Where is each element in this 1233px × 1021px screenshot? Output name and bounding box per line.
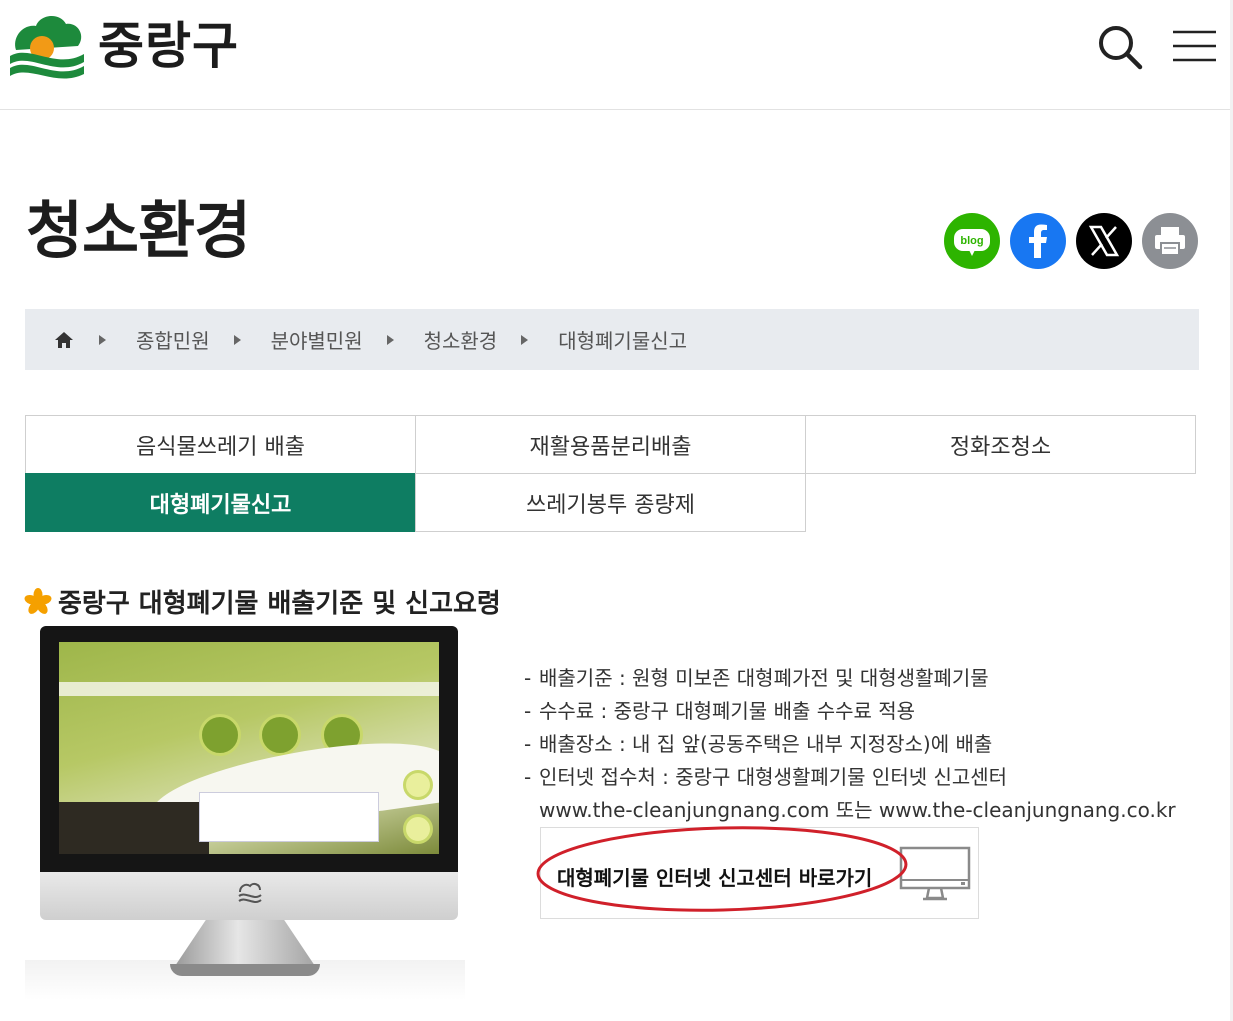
breadcrumb-separator-icon xyxy=(521,334,529,345)
x-icon xyxy=(1076,213,1132,269)
screenshot-circle xyxy=(199,714,241,756)
facebook-share-button[interactable] xyxy=(1009,212,1067,270)
facebook-icon xyxy=(1010,213,1066,269)
star-bullet-icon xyxy=(24,587,52,614)
tab-garbage-bag[interactable]: 쓰레기봉투 종량제 xyxy=(415,473,806,532)
blog-share-button[interactable]: blog xyxy=(943,212,1001,270)
tab-recycling[interactable]: 재활용품분리배출 xyxy=(415,415,806,474)
list-item: - 인터넷 접수처 : 중랑구 대형생활폐기물 인터넷 신고센터 xyxy=(524,765,1008,789)
logo-text: 중랑구 xyxy=(98,17,239,75)
monitor-stand-base xyxy=(170,964,320,976)
monitor-illustration xyxy=(25,624,465,996)
monitor-bezel xyxy=(40,626,458,872)
section-title-text: 중랑구 대형폐기물 배출기준 및 신고요령 xyxy=(58,589,501,619)
x-share-button[interactable] xyxy=(1075,212,1133,270)
site-logo[interactable]: 중랑구 xyxy=(8,10,239,82)
page-title: 청소환경 xyxy=(26,194,251,267)
screenshot-circle xyxy=(403,814,433,844)
jungnang-logo-icon xyxy=(10,15,84,79)
list-item: - 배출장소 : 내 집 앞(공동주택은 내부 지정장소)에 배출 xyxy=(524,732,993,756)
url-text: www.the-cleanjungnang.com 또는 www.the-cle… xyxy=(539,798,1176,822)
info-list: - 배출기준 : 원형 미보존 대형폐가전 및 대형생활폐기물 - 수수료 : 중랑… xyxy=(524,662,1176,827)
screenshot-nav xyxy=(59,682,439,696)
search-button[interactable] xyxy=(1095,22,1145,72)
list-item: - 수수료 : 중랑구 대형폐기물 배출 수수료 적용 xyxy=(524,699,916,723)
monitor-icon xyxy=(899,846,971,901)
screenshot-house xyxy=(59,802,209,854)
search-icon xyxy=(1099,26,1143,70)
screenshot-circle xyxy=(259,714,301,756)
report-center-link-label: 대형폐기물 인터넷 신고센터 바로가기 xyxy=(557,866,873,890)
home-icon[interactable] xyxy=(53,330,75,350)
breadcrumb: 종합민원 분야별민원 청소환경 대형폐기물신고 xyxy=(25,309,1199,370)
jungnang-logo-icon xyxy=(238,882,262,903)
breadcrumb-separator-icon xyxy=(99,334,106,345)
svg-text:blog: blog xyxy=(960,235,983,247)
website-screenshot xyxy=(59,642,439,854)
printer-icon xyxy=(1142,213,1198,269)
breadcrumb-item-current[interactable]: 대형폐기물신고 xyxy=(558,325,687,354)
report-center-link-button[interactable]: 대형폐기물 인터넷 신고센터 바로가기 xyxy=(540,827,979,919)
breadcrumb-separator-icon xyxy=(386,334,394,345)
list-item: - 배출기준 : 원형 미보존 대형폐가전 및 대형생활폐기물 xyxy=(524,666,989,690)
monitor-chin xyxy=(40,872,458,920)
tab-food-waste[interactable]: 음식물쓰레기 배출 xyxy=(25,415,416,474)
blog-icon: blog xyxy=(944,213,1000,269)
breadcrumb-item[interactable]: 종합민원 xyxy=(136,325,210,354)
monitor-stand xyxy=(175,920,315,966)
screenshot-panel xyxy=(199,792,379,842)
tab-septic-cleaning[interactable]: 정화조청소 xyxy=(805,415,1196,474)
menu-button[interactable] xyxy=(1170,26,1218,66)
tab-bulky-waste[interactable]: 대형폐기물신고 xyxy=(25,473,416,532)
print-button[interactable] xyxy=(1141,212,1199,270)
breadcrumb-item[interactable]: 청소환경 xyxy=(424,325,498,354)
hamburger-menu-icon xyxy=(1173,30,1216,62)
screenshot-circle xyxy=(403,770,433,800)
site-header: 중랑구 xyxy=(0,0,1233,110)
breadcrumb-separator-icon xyxy=(233,334,241,345)
breadcrumb-item[interactable]: 분야별민원 xyxy=(271,325,363,354)
section-title: 중랑구 대형폐기물 배출기준 및 신고요령 xyxy=(24,583,501,620)
